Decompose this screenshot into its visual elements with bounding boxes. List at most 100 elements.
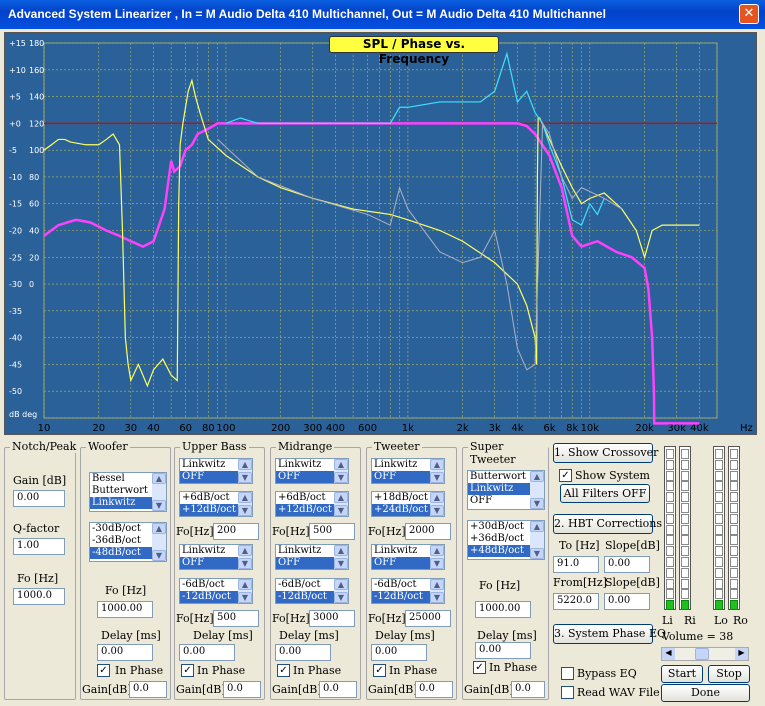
upper-bass-lp-type-list[interactable]: Linkwitz OFF ▲ ▼: [179, 544, 253, 570]
scrollbar[interactable]: ▲ ▼: [430, 492, 444, 516]
upper-bass-lp-slope-list[interactable]: -6dB/oct -12dB/oct ▲ ▼: [179, 578, 253, 604]
scroll-up-icon[interactable]: ▲: [334, 492, 348, 503]
scrollbar[interactable]: ▲ ▼: [334, 459, 348, 483]
scroll-down-icon[interactable]: ▼: [334, 472, 348, 483]
all-filters-off-button[interactable]: All Filters OFF: [560, 484, 650, 503]
scroll-up-icon[interactable]: ▲: [334, 579, 348, 590]
system-phase-eq-button[interactable]: 3. System Phase EQ: [553, 624, 666, 644]
hbt-corrections-button[interactable]: 2. HBT Corrections: [553, 514, 662, 534]
scroll-up-icon[interactable]: ▲: [238, 459, 252, 470]
tweeter-hp-slope-list[interactable]: +18dB/oct +24dB/oct ▲ ▼: [371, 491, 445, 517]
scroll-up-icon[interactable]: ▲: [152, 523, 166, 534]
scroll-up-icon[interactable]: ▲: [238, 545, 252, 556]
upper-bass-hp-type-list[interactable]: Linkwitz OFF ▲ ▼: [179, 458, 253, 484]
tweeter-lp-type-list[interactable]: Linkwitz OFF ▲ ▼: [371, 544, 445, 570]
scroll-down-icon[interactable]: ▼: [238, 472, 252, 483]
scroll-up-icon[interactable]: ▲: [430, 492, 444, 503]
tweeter-lp-fo-input[interactable]: 25000: [405, 610, 451, 627]
midrange-hp-fo-input[interactable]: 500: [309, 523, 355, 540]
show-crossover-button[interactable]: 1. Show Crossover: [553, 443, 658, 463]
scrollbar[interactable]: ▲ ▼: [152, 473, 166, 511]
scroll-down-icon[interactable]: ▼: [430, 558, 444, 569]
show-system-checkbox[interactable]: ✓: [559, 469, 572, 482]
notch-fo-input[interactable]: 1000.0: [13, 588, 65, 605]
hbt-slope2-input[interactable]: 0.00: [604, 593, 650, 610]
scrollbar[interactable]: ▲ ▼: [238, 545, 252, 569]
scrollbar[interactable]: ▲ ▼: [430, 459, 444, 483]
scroll-down-icon[interactable]: ▼: [334, 558, 348, 569]
read-wav-checkbox[interactable]: [561, 686, 574, 699]
done-button[interactable]: Done: [661, 684, 750, 702]
scrollbar[interactable]: ▲ ▼: [530, 471, 544, 509]
scroll-down-icon[interactable]: ▼: [430, 505, 444, 516]
hbt-slope1-input[interactable]: 0.00: [604, 556, 650, 573]
scroll-up-icon[interactable]: ▲: [238, 492, 252, 503]
woofer-slope-list[interactable]: -30dB/oct -36dB/oct -48dB/oct ▲ ▼: [89, 522, 167, 562]
midrange-gain-input[interactable]: 0.0: [319, 681, 357, 698]
scroll-down-icon[interactable]: ▼: [238, 592, 252, 603]
notch-q-input[interactable]: 1.00: [13, 538, 65, 555]
midrange-lp-type-list[interactable]: Linkwitz OFF ▲ ▼: [275, 544, 349, 570]
scroll-up-icon[interactable]: ▲: [334, 459, 348, 470]
tweeter-hp-fo-input[interactable]: 2000: [405, 523, 451, 540]
scroll-down-icon[interactable]: ▼: [152, 550, 166, 561]
scroll-up-icon[interactable]: ▲: [334, 545, 348, 556]
slider-right-icon[interactable]: ▶: [735, 648, 748, 660]
scrollbar[interactable]: ▲ ▼: [530, 521, 544, 559]
scrollbar[interactable]: ▲ ▼: [334, 579, 348, 603]
upper-bass-hp-fo-input[interactable]: 200: [213, 523, 259, 540]
scroll-down-icon[interactable]: ▼: [152, 500, 166, 511]
scrollbar[interactable]: ▲ ▼: [238, 492, 252, 516]
volume-slider[interactable]: ◀ ▶: [661, 647, 749, 661]
start-button[interactable]: Start: [661, 665, 703, 683]
woofer-inphase-checkbox[interactable]: ✓: [97, 664, 110, 677]
tweeter-inphase-checkbox[interactable]: ✓: [373, 664, 386, 677]
midrange-lp-slope-list[interactable]: -6dB/oct -12dB/oct ▲ ▼: [275, 578, 349, 604]
tweeter-hp-type-list[interactable]: Linkwitz OFF ▲ ▼: [371, 458, 445, 484]
scroll-down-icon[interactable]: ▼: [430, 472, 444, 483]
upper-bass-hp-slope-list[interactable]: +6dB/oct +12dB/oct ▲ ▼: [179, 491, 253, 517]
slider-left-icon[interactable]: ◀: [662, 648, 675, 660]
scrollbar[interactable]: ▲ ▼: [238, 579, 252, 603]
scroll-down-icon[interactable]: ▼: [238, 558, 252, 569]
super-tweeter-fo-input[interactable]: 1000.00: [475, 601, 531, 618]
super-tweeter-type-list[interactable]: Butterwort Linkwitz OFF ▲ ▼: [467, 470, 545, 510]
midrange-lp-fo-input[interactable]: 3000: [309, 610, 355, 627]
notch-gain-input[interactable]: 0.00: [13, 490, 65, 507]
hbt-from-input[interactable]: 5220.0: [553, 593, 599, 610]
upper-bass-gain-input[interactable]: 0.0: [223, 681, 261, 698]
super-tweeter-gain-input[interactable]: 0.0: [511, 681, 545, 698]
upper-bass-delay-input[interactable]: 0.00: [179, 644, 235, 661]
hbt-to-input[interactable]: 91.0: [553, 556, 599, 573]
bypass-eq-checkbox[interactable]: [561, 667, 574, 680]
tweeter-gain-input[interactable]: 0.0: [415, 681, 453, 698]
scroll-down-icon[interactable]: ▼: [430, 592, 444, 603]
scroll-up-icon[interactable]: ▲: [430, 459, 444, 470]
scroll-up-icon[interactable]: ▲: [152, 473, 166, 484]
scroll-up-icon[interactable]: ▲: [430, 579, 444, 590]
scroll-down-icon[interactable]: ▼: [238, 505, 252, 516]
woofer-filter-type-list[interactable]: Bessel Butterwort Linkwitz ▲ ▼: [89, 472, 167, 512]
tweeter-lp-slope-list[interactable]: -6dB/oct -12dB/oct ▲ ▼: [371, 578, 445, 604]
upper-bass-lp-fo-input[interactable]: 500: [213, 610, 259, 627]
scroll-up-icon[interactable]: ▲: [530, 521, 544, 532]
scroll-down-icon[interactable]: ▼: [530, 498, 544, 509]
super-tweeter-slope-list[interactable]: +30dB/oct +36dB/oct +48dB/oct ▲ ▼: [467, 520, 545, 560]
scroll-down-icon[interactable]: ▼: [334, 505, 348, 516]
scroll-up-icon[interactable]: ▲: [238, 579, 252, 590]
tweeter-delay-input[interactable]: 0.00: [371, 644, 427, 661]
upper-bass-inphase-checkbox[interactable]: ✓: [181, 664, 194, 677]
midrange-hp-slope-list[interactable]: +6dB/oct +12dB/oct ▲ ▼: [275, 491, 349, 517]
scrollbar[interactable]: ▲ ▼: [152, 523, 166, 561]
scroll-down-icon[interactable]: ▼: [334, 592, 348, 603]
midrange-delay-input[interactable]: 0.00: [275, 644, 331, 661]
scroll-up-icon[interactable]: ▲: [430, 545, 444, 556]
scrollbar[interactable]: ▲ ▼: [430, 545, 444, 569]
scrollbar[interactable]: ▲ ▼: [334, 492, 348, 516]
midrange-inphase-checkbox[interactable]: ✓: [277, 664, 290, 677]
super-tweeter-delay-input[interactable]: 0.00: [475, 642, 531, 659]
scroll-down-icon[interactable]: ▼: [530, 548, 544, 559]
scroll-up-icon[interactable]: ▲: [530, 471, 544, 482]
scrollbar[interactable]: ▲ ▼: [430, 579, 444, 603]
woofer-fo-input[interactable]: 1000.00: [97, 601, 153, 618]
